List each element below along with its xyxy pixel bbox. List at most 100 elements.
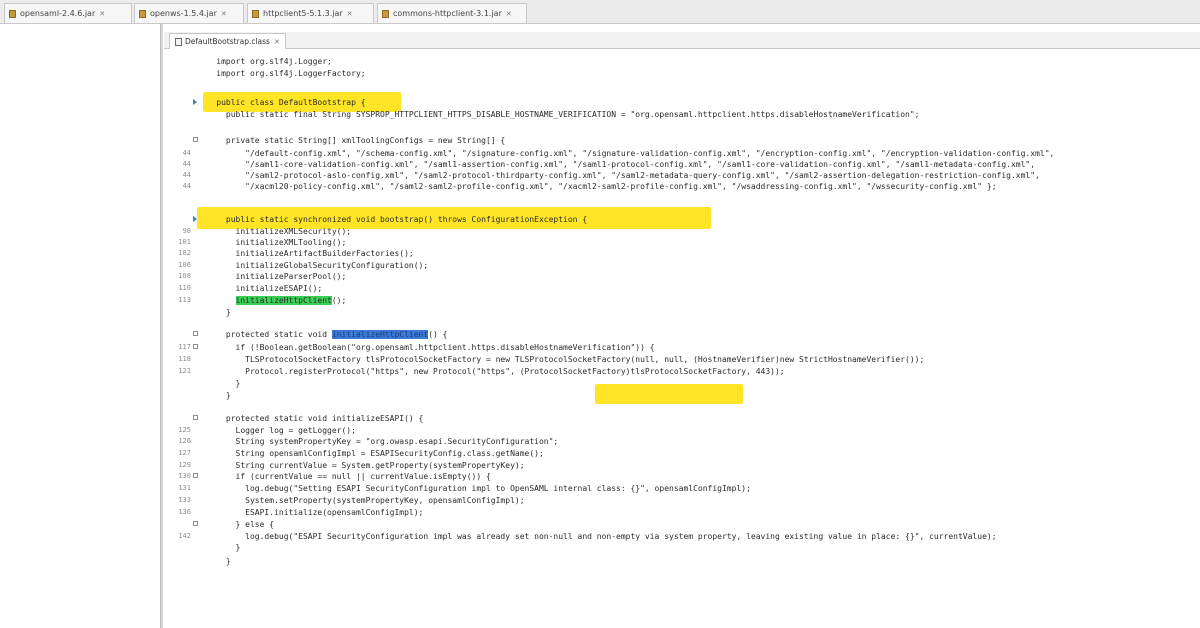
tab-commons-httpclient-jar[interactable]: commons-httpclient-3.1.jar ✕ (377, 3, 527, 23)
line-number: 136 (178, 508, 191, 516)
package-explorer-pane (0, 24, 160, 628)
code-text: } else { (197, 520, 275, 529)
code-line[interactable]: } (165, 390, 1200, 401)
line-number: 126 (178, 437, 191, 445)
close-icon[interactable]: ✕ (506, 10, 512, 18)
code-text: } (197, 391, 231, 400)
code-text: } (197, 379, 241, 388)
code-text: System.setProperty(systemPropertyKey, op… (197, 496, 525, 505)
code-text: initializeESAPI(); (197, 284, 323, 293)
tab-label: opensaml-2.4.6.jar (20, 9, 96, 18)
code-line[interactable]: } (165, 378, 1200, 389)
code-text: protected static void initializeHttpClie… (197, 330, 448, 339)
code-text: String currentValue = System.getProperty… (197, 461, 525, 470)
code-line[interactable]: 133 System.setProperty(systemPropertyKey… (165, 495, 1200, 506)
code-line[interactable]: 121 Protocol.registerProtocol("https", n… (165, 366, 1200, 377)
jar-icon (382, 9, 389, 18)
code-text: public class DefaultBootstrap { (197, 98, 366, 107)
code-line[interactable]: protected static void initializeHttpClie… (165, 329, 1200, 340)
code-line[interactable]: 113 initializeHttpClient(); (165, 295, 1200, 306)
code-line[interactable]: 118 TLSProtocolSocketFactory tlsProtocol… (165, 354, 1200, 365)
code-line[interactable] (165, 120, 1200, 131)
code-line[interactable]: 136 ESAPI.initialize(opensamlConfigImpl)… (165, 507, 1200, 518)
selected-method-highlight: initializeHttpClient (331, 330, 429, 339)
pane-splitter[interactable] (160, 24, 163, 628)
code-line[interactable]: 44 "/xacml20-policy-config.xml", "/saml2… (165, 181, 1200, 192)
jar-icon (139, 9, 146, 18)
code-line[interactable]: 130 if (currentValue == null || currentV… (165, 471, 1200, 482)
code-editor[interactable]: import org.slf4j.Logger; import org.slf4… (165, 50, 1200, 628)
close-icon[interactable]: ✕ (99, 10, 105, 18)
code-line[interactable]: 98 initializeXMLSecurity(); (165, 226, 1200, 237)
line-number: 101 (178, 238, 191, 246)
code-text: if (currentValue == null || currentValue… (197, 472, 491, 481)
editor-file-tabs: DefaultBootstrap.class ✕ (164, 32, 1200, 49)
code-line[interactable]: 102 initializeArtifactBuilderFactories()… (165, 248, 1200, 259)
line-number: 142 (178, 532, 191, 540)
code-text: "/default-config.xml", "/schema-config.x… (197, 149, 1055, 158)
code-line[interactable] (165, 318, 1200, 329)
code-line[interactable]: import org.slf4j.Logger; (165, 56, 1200, 67)
tab-opensaml-jar[interactable]: opensaml-2.4.6.jar ✕ (4, 3, 132, 23)
code-text: initializeGlobalSecurityConfiguration(); (197, 261, 429, 270)
code-line[interactable]: 131 log.debug("Setting ESAPI SecurityCon… (165, 483, 1200, 494)
code-line[interactable]: protected static void initializeESAPI() … (165, 413, 1200, 424)
tab-openws-jar[interactable]: openws-1.5.4.jar ✕ (134, 3, 244, 23)
code-line[interactable]: 117 if (!Boolean.getBoolean("org.opensam… (165, 342, 1200, 353)
code-line[interactable]: 108 initializeParserPool(); (165, 271, 1200, 282)
code-line[interactable]: public class DefaultBootstrap { (165, 97, 1200, 108)
line-number: 44 (182, 160, 191, 168)
code-line[interactable]: import org.slf4j.LoggerFactory; (165, 68, 1200, 79)
code-text: String opensamlConfigImpl = ESAPISecurit… (197, 449, 544, 458)
code-line[interactable]: 44 "/default-config.xml", "/schema-confi… (165, 148, 1200, 159)
line-number: 125 (178, 426, 191, 434)
code-line[interactable]: 44 "/saml1-core-validation-config.xml", … (165, 159, 1200, 170)
code-line[interactable]: 127 String opensamlConfigImpl = ESAPISec… (165, 448, 1200, 459)
tab-defaultbootstrap-class[interactable]: DefaultBootstrap.class ✕ (169, 33, 286, 49)
code-line[interactable] (165, 79, 1200, 90)
line-number: 133 (178, 496, 191, 504)
line-number: 110 (178, 284, 191, 292)
tab-httpclient5-jar[interactable]: httpclient5-5.1.3.jar ✕ (247, 3, 374, 23)
line-number: 98 (182, 227, 191, 235)
code-line[interactable]: 129 String currentValue = System.getProp… (165, 460, 1200, 471)
code-line[interactable]: } else { (165, 519, 1200, 530)
code-line[interactable]: } (165, 307, 1200, 318)
code-text: initializeArtifactBuilderFactories(); (197, 249, 414, 258)
code-text: ESAPI.initialize(opensamlConfigImpl); (197, 508, 424, 517)
code-line[interactable]: private static String[] xmlToolingConfig… (165, 135, 1200, 146)
code-text: "/saml2-protocol-aslo-config.xml", "/sam… (197, 171, 1040, 180)
code-text: "/xacml20-policy-config.xml", "/saml2-sa… (197, 182, 997, 191)
code-line[interactable]: 142 log.debug("ESAPI SecurityConfigurati… (165, 531, 1200, 542)
code-text: String systemPropertyKey = "org.owasp.es… (197, 437, 559, 446)
close-icon[interactable]: ✕ (221, 10, 227, 18)
code-line[interactable]: 106 initializeGlobalSecurityConfiguratio… (165, 260, 1200, 271)
line-number: 129 (178, 461, 191, 469)
line-number: 118 (178, 355, 191, 363)
editor-tab-label: DefaultBootstrap.class (185, 37, 270, 46)
editor-tab-bar: opensaml-2.4.6.jar ✕ openws-1.5.4.jar ✕ … (0, 0, 1200, 24)
line-number: 44 (182, 182, 191, 190)
code-text: import org.slf4j.LoggerFactory; (197, 69, 366, 78)
close-icon[interactable]: ✕ (274, 38, 280, 46)
code-text: } (197, 308, 231, 317)
code-line[interactable]: 44 "/saml2-protocol-aslo-config.xml", "/… (165, 170, 1200, 181)
close-icon[interactable]: ✕ (347, 10, 353, 18)
line-number: 130 (178, 472, 191, 480)
code-line[interactable]: } (165, 556, 1200, 567)
code-line[interactable] (165, 192, 1200, 203)
code-text: } (197, 557, 231, 566)
code-text: import org.slf4j.Logger; (197, 57, 332, 66)
code-line[interactable]: public static synchronized void bootstra… (165, 214, 1200, 225)
code-line[interactable]: public static final String SYSPROP_HTTPC… (165, 109, 1200, 120)
tab-label: commons-httpclient-3.1.jar (393, 9, 502, 18)
code-text: Logger log = getLogger(); (197, 426, 356, 435)
code-line[interactable]: 101 initializeXMLTooling(); (165, 237, 1200, 248)
code-line[interactable]: 126 String systemPropertyKey = "org.owas… (165, 436, 1200, 447)
code-line[interactable] (165, 401, 1200, 412)
line-number: 106 (178, 261, 191, 269)
code-text: } (197, 543, 241, 552)
code-line[interactable]: 125 Logger log = getLogger(); (165, 425, 1200, 436)
code-line[interactable]: 110 initializeESAPI(); (165, 283, 1200, 294)
code-line[interactable]: } (165, 542, 1200, 553)
